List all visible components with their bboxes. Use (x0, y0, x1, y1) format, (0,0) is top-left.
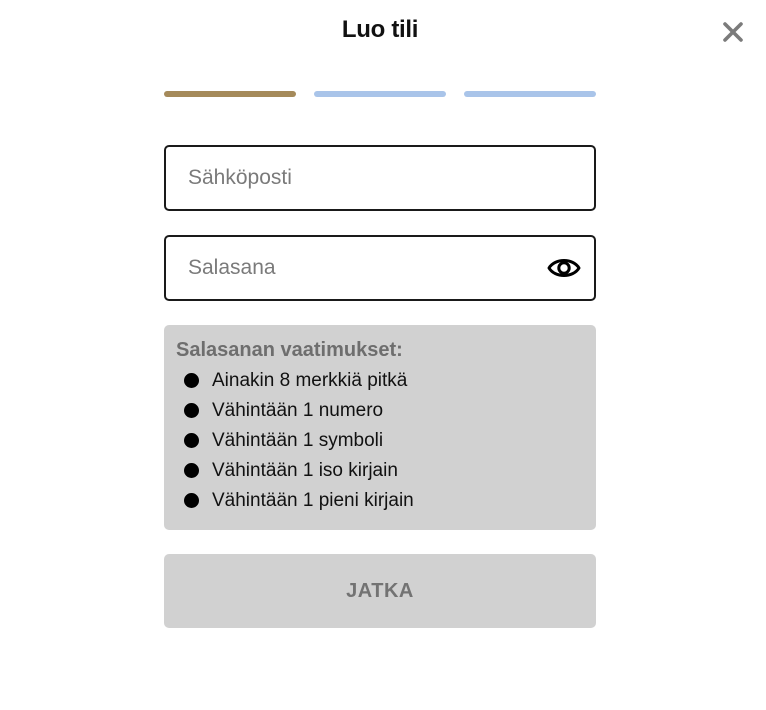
create-account-dialog: Luo tili Salasanan vaatimukset: Ainakin … (0, 0, 766, 710)
bullet-icon (184, 433, 199, 448)
password-field-container (164, 235, 596, 301)
requirement-item: Vähintään 1 pieni kirjain (184, 488, 414, 518)
requirement-text: Vähintään 1 symboli (212, 430, 384, 451)
step-1-indicator (164, 91, 296, 97)
password-requirements-box: Salasanan vaatimukset: Ainakin 8 merkkiä… (164, 325, 596, 530)
bullet-icon (184, 373, 199, 388)
step-3-indicator (464, 91, 596, 97)
requirement-item: Vähintään 1 numero (184, 398, 414, 428)
close-icon (723, 22, 743, 42)
step-progress (164, 91, 596, 97)
page-title: Luo tili (341, 16, 419, 43)
requirement-text: Ainakin 8 merkkiä pitkä (212, 370, 408, 391)
bullet-icon (184, 493, 199, 508)
requirement-text: Vähintään 1 iso kirjain (212, 460, 398, 481)
requirement-text: Vähintään 1 numero (212, 400, 384, 421)
email-field-container (164, 145, 596, 211)
requirements-title: Salasanan vaatimukset: (176, 339, 403, 361)
requirements-list: Ainakin 8 merkkiä pitkä Vähintään 1 nume… (184, 368, 414, 518)
continue-button[interactable]: JATKA (164, 554, 596, 628)
eye-icon (547, 259, 581, 277)
bullet-icon (184, 403, 199, 418)
bullet-icon (184, 463, 199, 478)
password-input[interactable] (188, 237, 548, 299)
requirement-text: Vähintään 1 pieni kirjain (212, 490, 414, 511)
email-input[interactable] (188, 147, 548, 209)
requirement-item: Vähintään 1 iso kirjain (184, 458, 414, 488)
requirement-item: Vähintään 1 symboli (184, 428, 414, 458)
requirement-item: Ainakin 8 merkkiä pitkä (184, 368, 414, 398)
step-2-indicator (314, 91, 446, 97)
close-button[interactable] (718, 17, 748, 47)
show-password-button[interactable] (546, 252, 582, 284)
